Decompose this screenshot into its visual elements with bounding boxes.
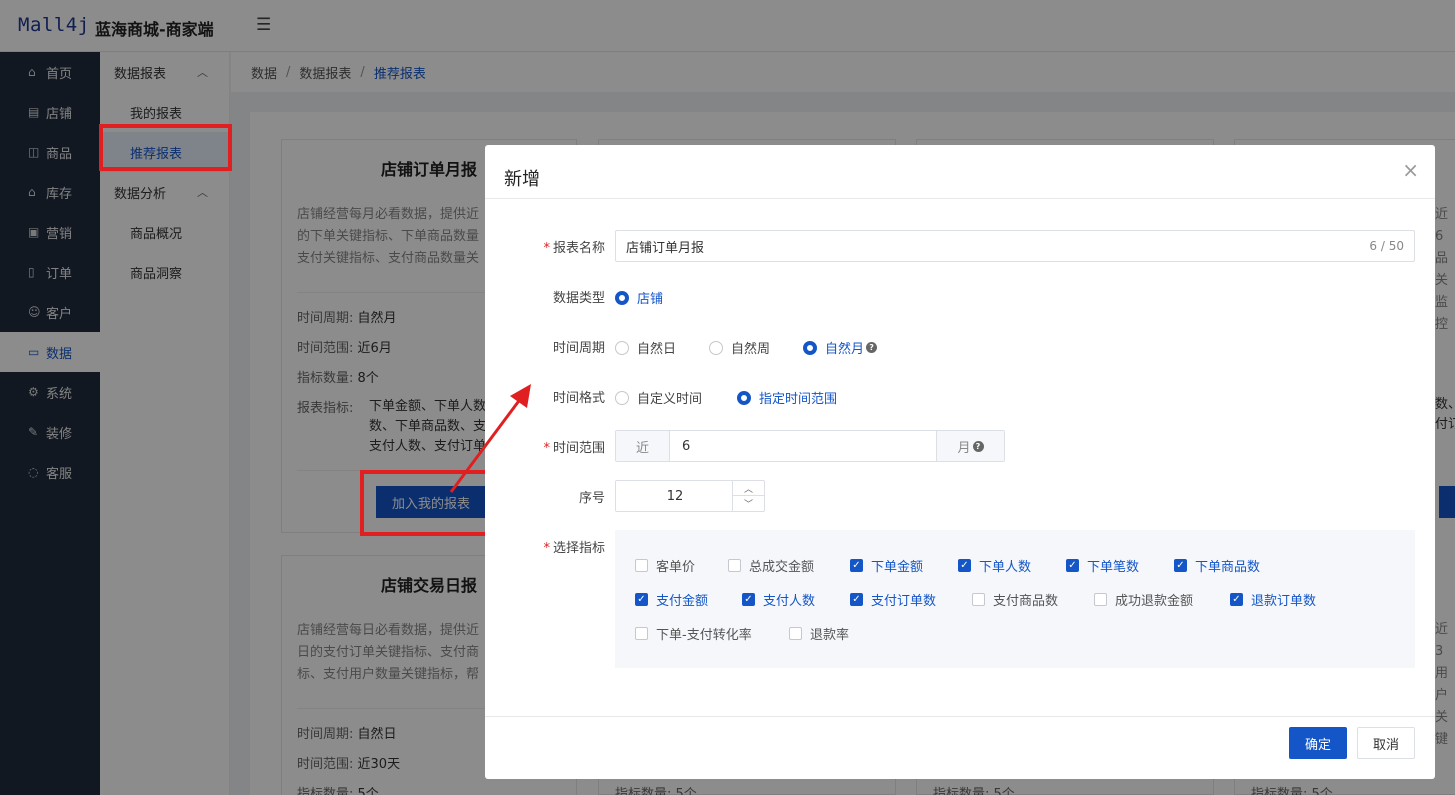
annotation-arrow [449,384,531,493]
